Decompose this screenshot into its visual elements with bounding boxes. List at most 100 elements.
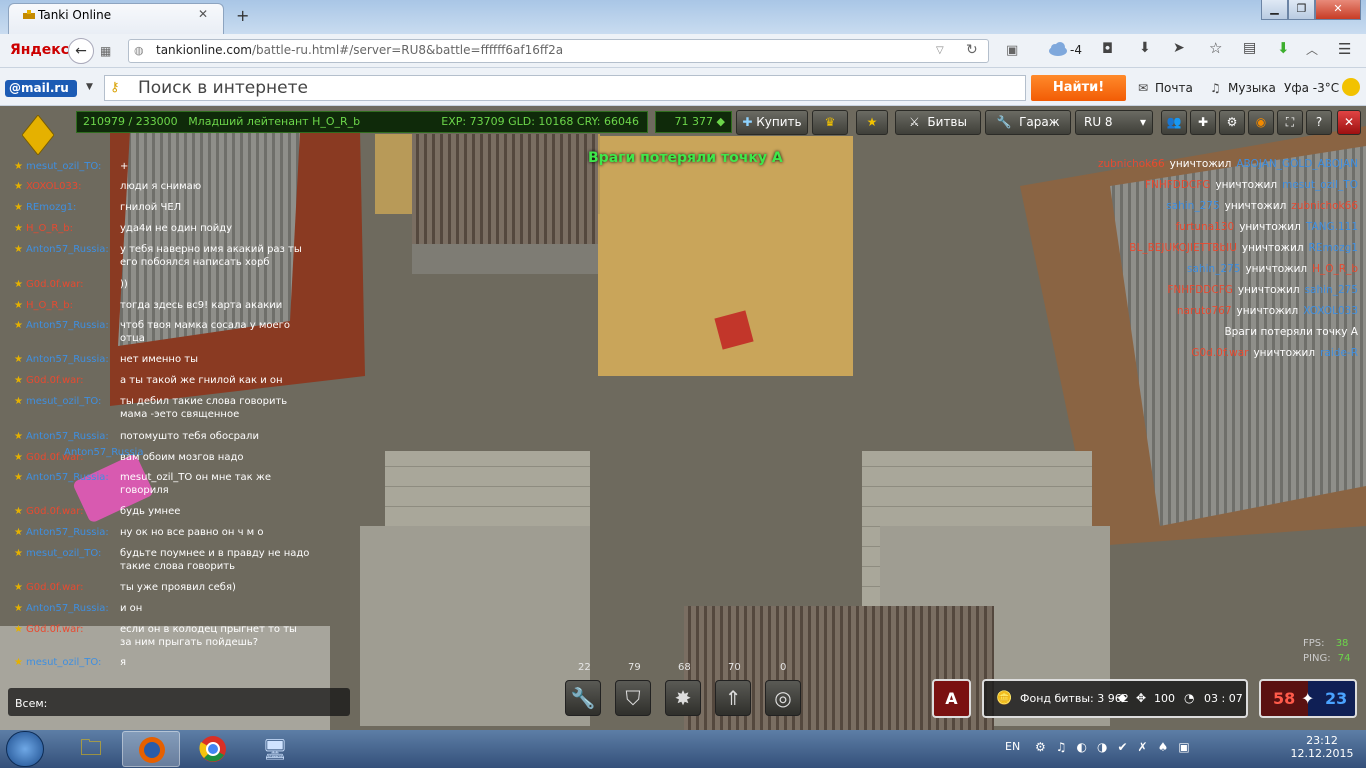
chat-message: ★ G0d.0f.war: а ты такой же гнилой как и о… — [14, 374, 310, 387]
chat-author[interactable]: G0d.0f.war: — [26, 582, 84, 593]
menu-icon[interactable]: ☰ — [1338, 40, 1351, 58]
rank-icon: ★ — [14, 375, 23, 386]
killer-name: zubnichok66 — [1097, 158, 1165, 170]
find-button[interactable]: Найти! — [1031, 75, 1126, 101]
add-friend-icon[interactable]: ✚ — [1190, 110, 1216, 135]
pocket-icon[interactable]: ◘ — [1102, 41, 1113, 57]
chat-author[interactable]: Anton57_Russia: — [26, 354, 109, 365]
explorer-icon[interactable]: 🗀 — [62, 731, 120, 767]
rank-icon: ★ — [14, 244, 23, 255]
chat-author[interactable]: H_O_R_b: — [26, 300, 73, 311]
server-select[interactable]: RU 8 ▾ — [1075, 110, 1153, 135]
fullscreen-icon[interactable]: ⛶ — [1277, 110, 1303, 135]
language-indicator[interactable]: EN — [1005, 740, 1020, 753]
chat-text: чтоб твоя мамка сосала у моего отца — [120, 320, 291, 344]
reload-icon[interactable]: ↻ — [966, 42, 978, 58]
mine-icon[interactable]: ◎ — [765, 680, 801, 716]
help-icon[interactable]: ? — [1306, 110, 1332, 135]
ping-label: PING: — [1303, 653, 1331, 664]
chat-text: ты уже проявил себя) — [120, 582, 236, 593]
start-button[interactable] — [6, 731, 44, 767]
friends-icon[interactable]: 👥 — [1161, 110, 1187, 135]
rank-icon: ★ — [14, 300, 23, 311]
chat-author[interactable]: G0d.0f.war: — [26, 624, 84, 635]
tray-icons[interactable]: ⚙♫◐◑✔✗♠▣ — [1035, 740, 1200, 754]
killer-name: furtuna130 — [1175, 221, 1235, 233]
garage-button[interactable]: 🔧 Гараж — [985, 110, 1071, 135]
back-button[interactable]: ← — [68, 38, 94, 64]
chat-author[interactable]: mesut_ozil_TO: — [26, 548, 101, 559]
chat-input[interactable]: Всем: — [8, 688, 350, 716]
firefox-taskbar-icon[interactable] — [122, 731, 180, 767]
chat-text: потомушто тебя обосрали — [120, 431, 259, 442]
tanki-favicon-icon — [22, 8, 36, 22]
rank-icon: ★ — [14, 506, 23, 517]
team-score: 58 ✦ 23 — [1259, 679, 1357, 718]
chat-author[interactable]: XOXOL033: — [26, 181, 82, 192]
close-window-button[interactable]: ✕ — [1315, 0, 1361, 20]
chat-author[interactable]: Anton57_Russia: — [26, 472, 109, 483]
chat-message: ★ G0d.0f.war: если он в колодец прыгнет то… — [14, 623, 310, 648]
exit-battle-icon[interactable]: ✕ — [1337, 110, 1361, 135]
double-armor-icon[interactable]: ⛉ — [615, 680, 651, 716]
chat-author[interactable]: Anton57_Russia: — [26, 431, 109, 442]
remote-desktop-icon[interactable]: 🖥 — [246, 731, 304, 767]
chat-author[interactable]: REmozg1: — [26, 202, 76, 213]
mail-link[interactable]: Почта — [1155, 81, 1193, 95]
url-dropdown-icon[interactable]: ▽ — [936, 45, 944, 56]
green-download-icon[interactable]: ⬇ — [1277, 39, 1290, 57]
send-icon[interactable]: ➤ — [1173, 40, 1185, 56]
rank-icon: ★ — [14, 161, 23, 172]
yandex-logo[interactable]: Яндекс — [10, 42, 69, 58]
chat-author[interactable]: G0d.0f.war: — [26, 279, 84, 290]
supply-count-armor: 79 — [628, 662, 641, 673]
history-icon[interactable]: ▦ — [100, 44, 111, 58]
new-tab-button[interactable]: + — [236, 6, 249, 25]
reading-list-icon[interactable]: ▤ — [1243, 40, 1256, 56]
double-damage-icon[interactable]: ✸ — [665, 680, 701, 716]
buy-button[interactable]: ✚ Купить — [736, 110, 808, 135]
repair-kit-icon[interactable]: 🔧 — [565, 680, 601, 716]
weather-link[interactable]: Уфа -3°C — [1284, 81, 1339, 95]
url-path: /battle-ru.html#/server=RU8&battle=fffff… — [252, 43, 564, 57]
screenshot-icon[interactable]: ▣ — [1006, 43, 1018, 58]
music-link[interactable]: Музыка — [1228, 81, 1276, 95]
chat-message: ★ Anton57_Russia: у тебя наверно имя акаки… — [14, 243, 310, 268]
settings-gear-icon[interactable]: ⚙ — [1219, 110, 1245, 135]
mailru-logo[interactable]: @mail.ru — [5, 80, 77, 97]
chat-author[interactable]: mesut_ozil_TO: — [26, 657, 101, 668]
rank-icon: ★ — [14, 452, 23, 463]
chat-author[interactable]: H_O_R_b: — [26, 223, 73, 234]
chat-author[interactable]: Anton57_Russia: — [26, 527, 109, 538]
chat-author[interactable]: G0d.0f.war: — [26, 375, 84, 386]
chat-author[interactable]: Anton57_Russia: — [26, 603, 109, 614]
battles-button[interactable]: ⚔ Битвы — [895, 110, 981, 135]
kill-verb: уничтожил — [1245, 263, 1308, 275]
chrome-taskbar-icon[interactable] — [184, 731, 242, 767]
bookmark-star-icon[interactable]: ☆ — [1209, 39, 1222, 57]
scroll-up-icon[interactable]: ︿ — [1306, 41, 1318, 58]
chat-author[interactable]: mesut_ozil_TO: — [26, 396, 101, 407]
crystals-counter: 71 377 ◆ — [655, 111, 732, 133]
rank-icon: ★ — [14, 320, 23, 331]
chat-author[interactable]: G0d.0f.war: — [26, 506, 84, 517]
sound-icon[interactable]: ◉ — [1248, 110, 1274, 135]
rank-progress-bar: 210979 / 233000 Младший лейтенант H_O_R_… — [76, 111, 648, 133]
killer-name: sahin_275 — [1166, 200, 1220, 212]
kill-verb: уничтожил — [1239, 221, 1301, 233]
chat-author[interactable]: Anton57_Russia: — [26, 320, 109, 331]
clock-date: 12.12.2015 — [1290, 747, 1354, 760]
star-icon[interactable]: ★ — [856, 110, 888, 135]
mailru-dropdown-icon[interactable]: ▼ — [86, 82, 93, 92]
buy-label: Купить — [756, 115, 802, 129]
minimize-button[interactable]: ▁ — [1261, 0, 1288, 20]
download-icon[interactable]: ⬇ — [1139, 40, 1151, 56]
taskbar-clock[interactable]: 23:12 12.12.2015 — [1287, 734, 1357, 760]
speed-boost-icon[interactable]: ⇑ — [715, 680, 751, 716]
tab-close-icon[interactable]: ✕ — [198, 7, 208, 21]
kill-feed-entry: naruto767 уничтожил XOXOL033 — [1177, 305, 1358, 318]
maximize-button[interactable]: ❐ — [1288, 0, 1315, 20]
chat-author[interactable]: Anton57_Russia: — [26, 244, 109, 255]
chat-author[interactable]: mesut_ozil_TO: — [26, 161, 101, 172]
premium-crown-icon[interactable]: ♛ — [812, 110, 848, 135]
